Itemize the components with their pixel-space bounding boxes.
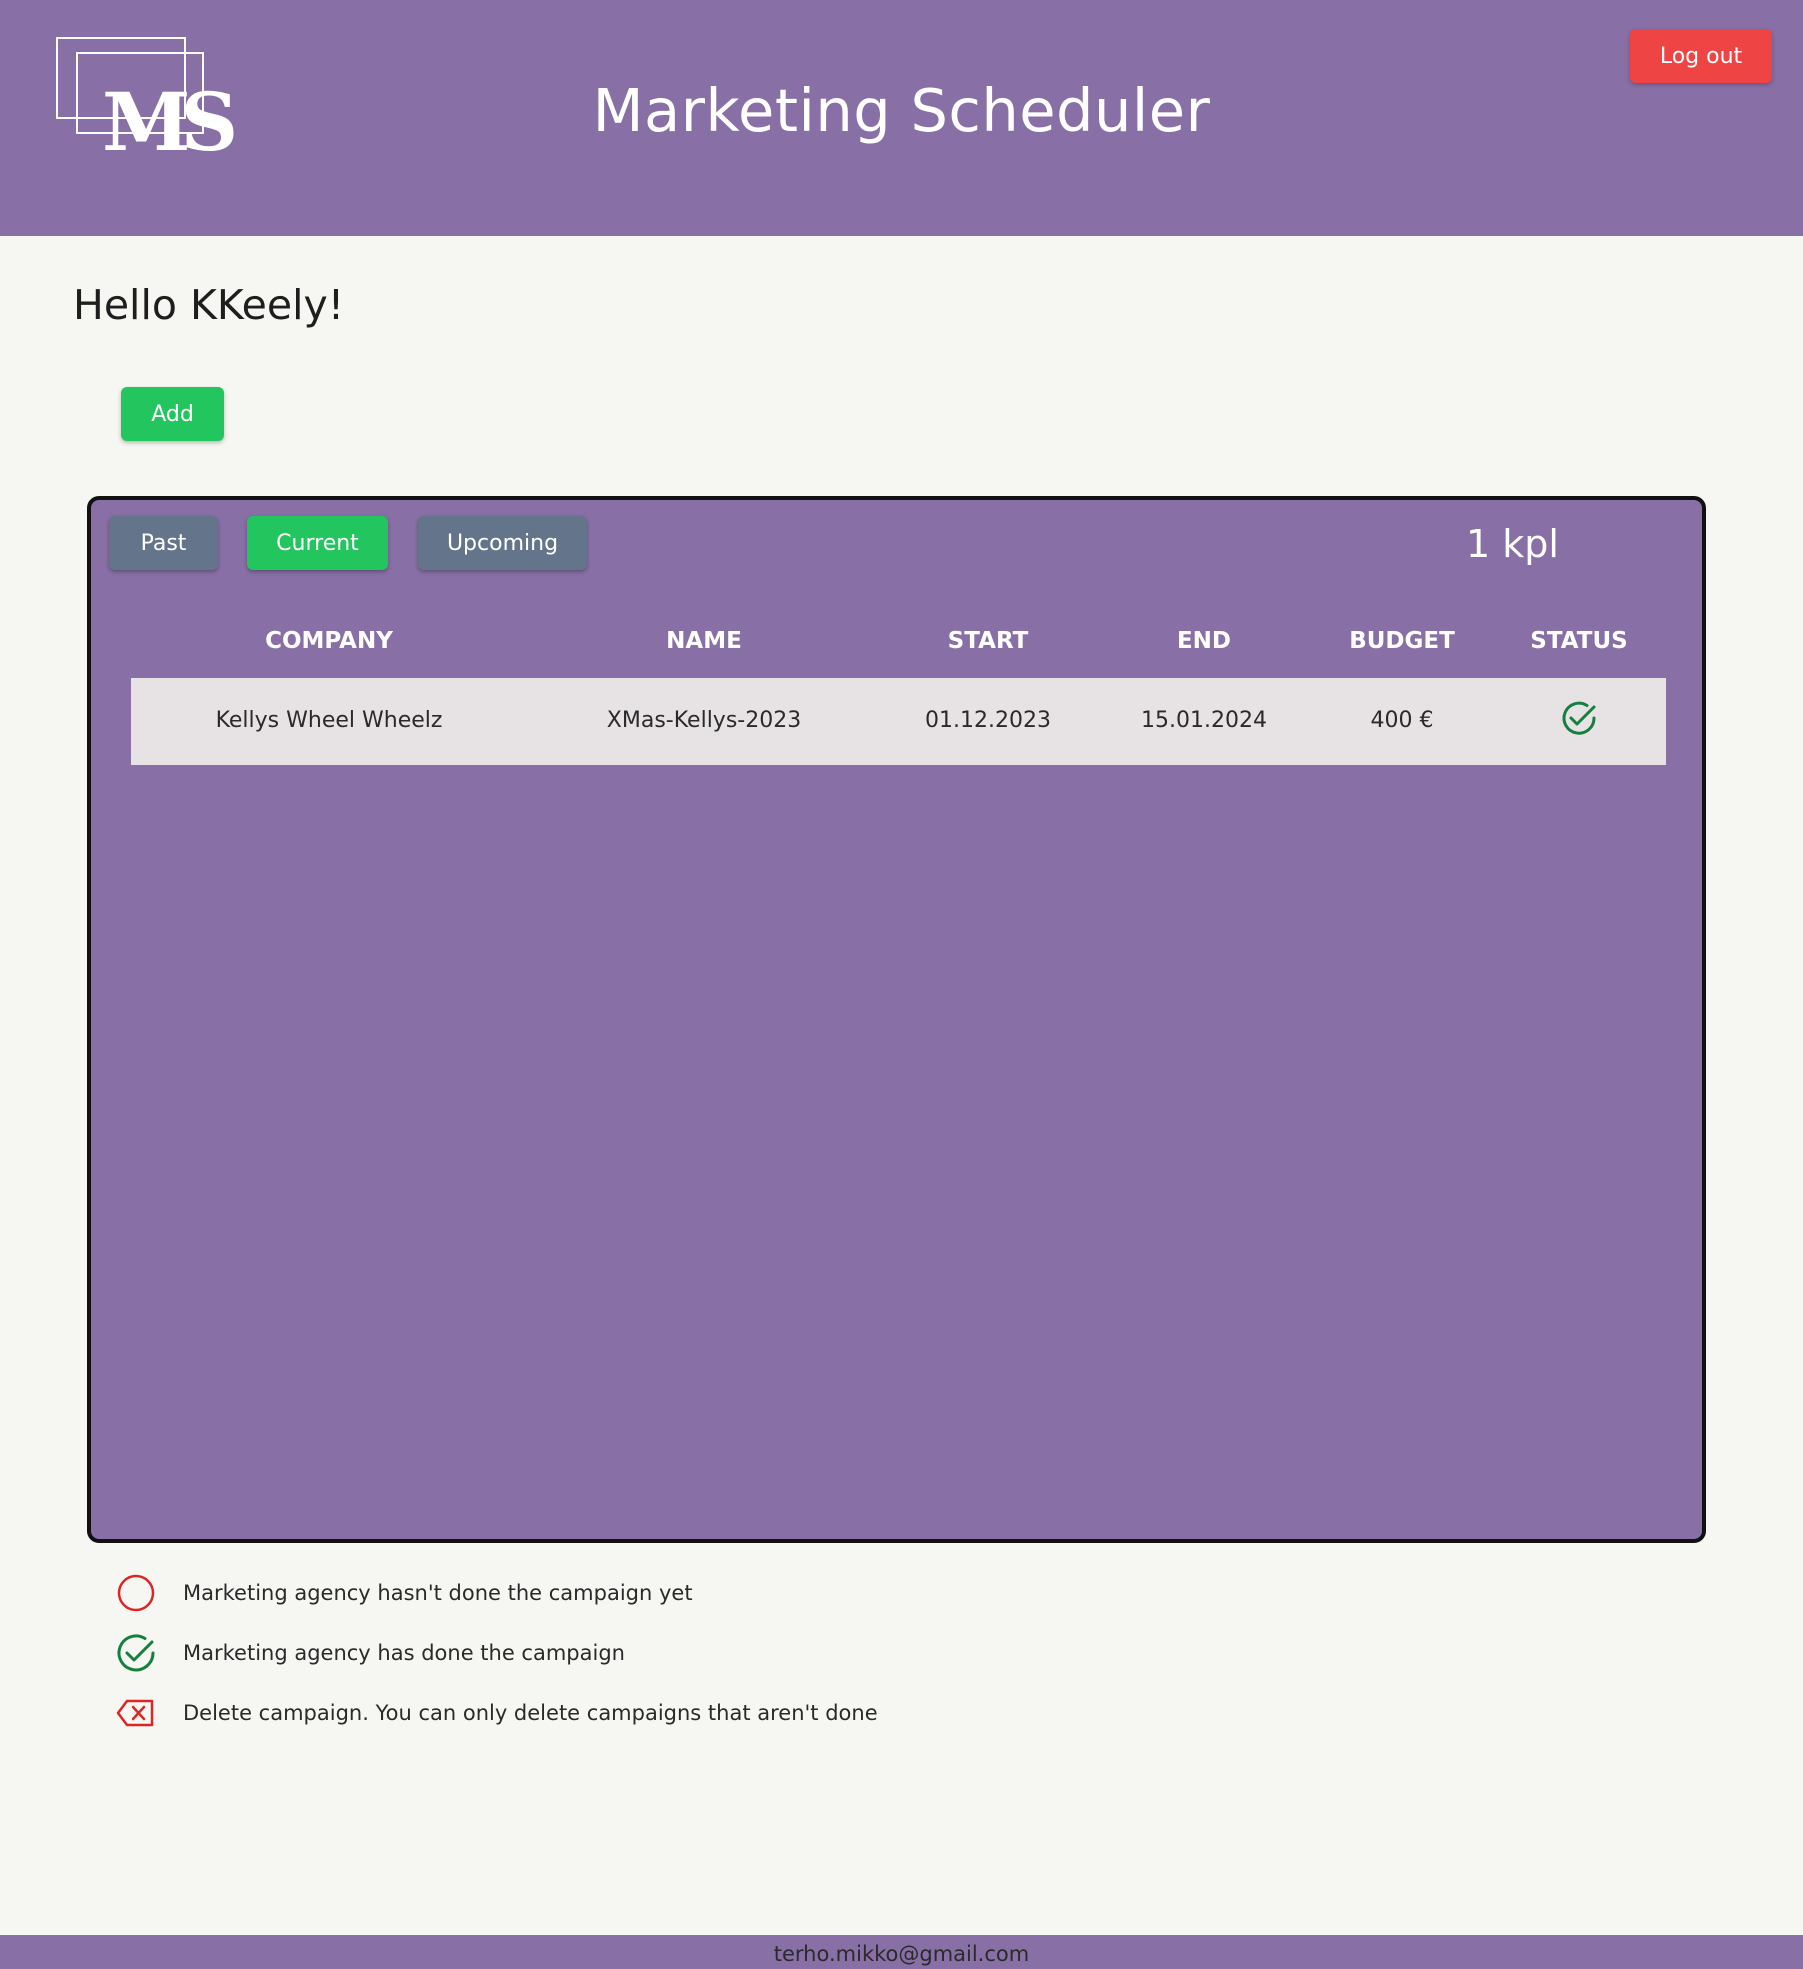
check-circle-icon [116, 1633, 156, 1673]
circle-icon [116, 1573, 156, 1613]
cell-end: 15.01.2024 [1141, 708, 1267, 733]
tab-past[interactable]: Past [109, 516, 218, 570]
column-header-start: START [947, 628, 1029, 654]
column-header-budget: BUDGET [1349, 628, 1455, 654]
legend-text: Delete campaign. You can only delete cam… [183, 1701, 878, 1725]
cell-start: 01.12.2023 [925, 708, 1051, 733]
delete-icon [116, 1693, 156, 1733]
tab-current[interactable]: Current [247, 516, 388, 570]
legend-item-done: Marketing agency has done the campaign [116, 1633, 625, 1673]
app-title: Marketing Scheduler [592, 76, 1211, 145]
add-campaign-button[interactable]: Add [121, 387, 224, 441]
campaign-panel: Past Current Upcoming 1 kpl COMPANY NAME… [87, 496, 1706, 1543]
column-header-end: END [1176, 628, 1232, 654]
column-header-name: NAME [666, 628, 742, 654]
page: MS Marketing Scheduler Log out Hello KKe… [0, 0, 1803, 1969]
column-header-status: STATUS [1530, 628, 1628, 654]
column-header-company: COMPANY [265, 628, 393, 654]
cell-company: Kellys Wheel Wheelz [215, 708, 443, 733]
cell-name: XMas-Kellys-2023 [606, 708, 802, 733]
cell-budget: 400 € [1370, 708, 1434, 733]
logout-button[interactable]: Log out [1630, 29, 1772, 83]
app-header: MS Marketing Scheduler Log out [0, 0, 1803, 236]
table-header: COMPANY NAME START END BUDGET STATUS [131, 628, 1666, 668]
campaign-count: 1 kpl [1466, 522, 1559, 566]
legend-item-delete: Delete campaign. You can only delete cam… [116, 1693, 878, 1733]
check-circle-icon[interactable] [1559, 698, 1599, 738]
legend-text: Marketing agency has done the campaign [183, 1641, 625, 1665]
greeting-heading: Hello KKeely! [73, 281, 345, 329]
legend-text: Marketing agency hasn't done the campaig… [183, 1581, 693, 1605]
app-footer: terho.mikko@gmail.com [0, 1935, 1803, 1969]
tab-upcoming[interactable]: Upcoming [418, 516, 587, 570]
legend-item-not-done: Marketing agency hasn't done the campaig… [116, 1573, 693, 1613]
footer-email[interactable]: terho.mikko@gmail.com [0, 1942, 1803, 1966]
table-row[interactable]: Kellys Wheel Wheelz XMas-Kellys-2023 01.… [131, 678, 1666, 765]
